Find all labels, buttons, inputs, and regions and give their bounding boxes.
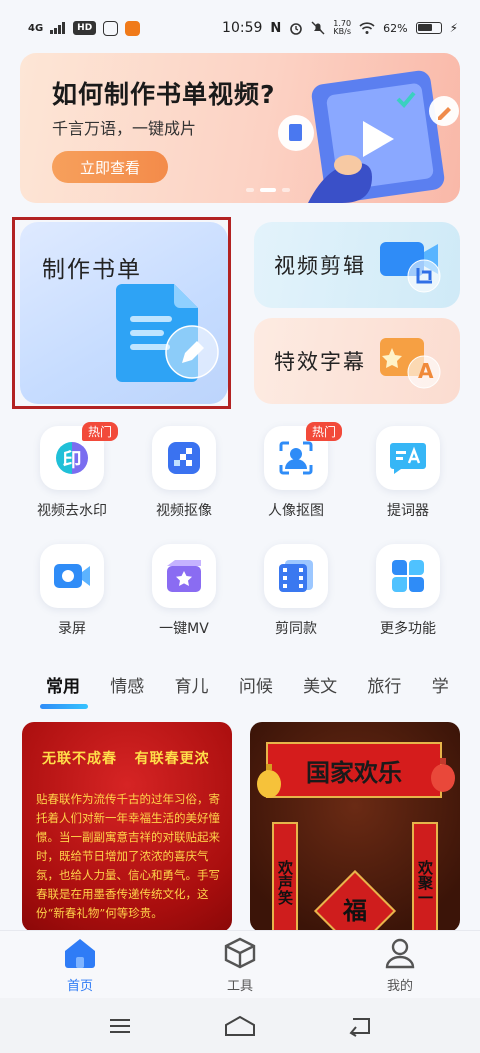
same-template-icon	[264, 544, 328, 608]
nav-label: 我的	[386, 979, 413, 994]
hot-badge: 热门	[81, 422, 118, 441]
net-speed: 1.70 KB/s	[333, 19, 352, 36]
tool-more-features[interactable]: 更多功能	[353, 544, 463, 638]
home-icon	[65, 939, 95, 968]
tab-travel[interactable]: 旅行	[351, 672, 415, 714]
home-outline-icon	[225, 1015, 255, 1036]
carousel-indicator	[246, 188, 290, 192]
toolbox-icon	[224, 937, 256, 969]
carousel-dot	[282, 188, 290, 192]
tool-portrait-cutout[interactable]: 热门 人像抠图	[241, 422, 351, 520]
menu-icon	[110, 1018, 130, 1033]
carousel-dot-active	[260, 188, 276, 192]
more-features-icon	[376, 544, 440, 608]
profile-icon	[385, 938, 415, 969]
nav-label: 首页	[66, 979, 93, 994]
template-headline: 无联不成春 有联春更浓	[42, 751, 210, 767]
one-click-mv-icon	[152, 544, 216, 608]
lantern-icon	[431, 758, 455, 792]
tool-label: 录屏	[58, 621, 86, 637]
carousel-dot	[246, 188, 254, 192]
tool-label: 视频抠像	[156, 503, 212, 519]
template-card[interactable]: 无联不成春 有联春更浓 贴春联作为流传千古的过年习俗，寄托着人们对新一年幸福生活…	[22, 722, 232, 932]
hot-badge: 热门	[305, 422, 342, 441]
promo-banner[interactable]: 如何制作书单视频? 千言万语，一键成片 立即查看	[20, 53, 460, 203]
category-tabs: 常用 情感 育儿 问候 美文 旅行 学	[0, 672, 480, 714]
back-icon	[349, 1017, 370, 1037]
status-bar: 4G HD 10:59 N 1.70 KB/s 62% ⚡	[0, 0, 480, 56]
battery-icon	[415, 22, 442, 34]
charging-icon: ⚡	[449, 21, 458, 35]
tab-essays[interactable]: 美文	[287, 672, 351, 714]
nav-label: 工具	[226, 979, 253, 994]
tab-common[interactable]: 常用	[30, 672, 94, 714]
subtitle-effect-letter: A	[418, 359, 434, 383]
subtitle-effect-icon	[380, 338, 441, 389]
tab-parenting[interactable]: 育儿	[159, 672, 223, 714]
tab-study[interactable]: 学	[416, 672, 480, 714]
menu-button[interactable]	[100, 1011, 140, 1041]
tool-label: 视频去水印	[37, 503, 107, 519]
video-edit-card[interactable]: 视频剪辑	[254, 222, 460, 308]
app-notification-icon	[103, 20, 119, 36]
banner-illustration-icon	[278, 70, 459, 203]
template-card[interactable]: 国家欢乐 欢声笑 欢聚一 福	[250, 722, 460, 932]
system-navigation-bar	[0, 998, 480, 1053]
signal-icon	[50, 22, 66, 34]
home-button[interactable]	[220, 1011, 260, 1041]
mute-icon	[311, 21, 325, 35]
tool-teleprompter[interactable]: 提词器	[353, 426, 463, 520]
nav-tools[interactable]: 工具	[160, 931, 320, 998]
tool-label: 人像抠图	[268, 503, 324, 519]
tab-emotion[interactable]: 情感	[94, 672, 158, 714]
lantern-icon	[257, 764, 281, 798]
nfc-icon: N	[270, 20, 282, 36]
battery-percent: 62%	[383, 21, 408, 35]
screen-record-icon	[40, 544, 104, 608]
watermark-glyph: 印	[62, 448, 82, 471]
tool-video-watermark-remove[interactable]: 印 热门 视频去水印	[17, 422, 127, 520]
tool-label: 一键MV	[159, 621, 209, 637]
tool-screen-record[interactable]: 录屏	[17, 544, 127, 638]
tool-same-template[interactable]: 剪同款	[241, 544, 351, 638]
make-booklist-card[interactable]: 制作书单	[20, 222, 228, 404]
document-edit-icon	[116, 284, 219, 382]
tool-one-click-mv[interactable]: 一键MV	[129, 544, 239, 638]
video-edit-title: 视频剪辑	[274, 254, 366, 278]
tool-video-cutout[interactable]: 视频抠像	[129, 426, 239, 520]
orange-app-notification-icon	[125, 20, 141, 36]
template-banner: 国家欢乐	[266, 742, 442, 798]
tool-label: 剪同款	[275, 621, 317, 637]
couplet-right: 欢聚一	[412, 822, 438, 932]
effect-subtitle-card[interactable]: 特效字幕 A	[254, 318, 460, 404]
video-crop-icon	[380, 242, 441, 293]
banner-subtitle: 千言万语，一键成片	[52, 119, 197, 138]
wifi-icon	[359, 22, 375, 34]
fu-diamond: 福	[313, 869, 397, 932]
nav-profile[interactable]: 我的	[320, 931, 480, 998]
banner-title: 如何制作书单视频?	[52, 80, 276, 109]
effect-subtitle-title: 特效字幕	[274, 350, 366, 374]
tool-label: 提词器	[387, 503, 429, 519]
view-now-button[interactable]: 立即查看	[52, 151, 168, 183]
video-cutout-icon	[152, 426, 216, 490]
watermark-remove-icon: 印 热门	[40, 422, 118, 490]
back-button[interactable]	[340, 1011, 380, 1041]
clock: 10:59	[222, 20, 263, 36]
couplet-left: 欢声笑	[272, 822, 298, 932]
alarm-icon	[290, 23, 303, 35]
template-body-text: 贴春联作为流传千古的过年习俗，寄托着人们对新一年幸福生活的美好憧憬。当一副副寓意…	[36, 792, 220, 920]
tab-greetings[interactable]: 问候	[223, 672, 287, 714]
bottom-navigation: 首页 工具 我的	[0, 930, 480, 998]
teleprompter-icon	[376, 426, 440, 490]
nav-home[interactable]: 首页	[0, 931, 160, 998]
make-booklist-title: 制作书单	[42, 257, 142, 283]
network-indicator: 4G	[28, 22, 44, 34]
hd-badge: HD	[73, 21, 97, 35]
portrait-cutout-icon: 热门	[264, 422, 342, 490]
tool-label: 更多功能	[380, 621, 436, 637]
